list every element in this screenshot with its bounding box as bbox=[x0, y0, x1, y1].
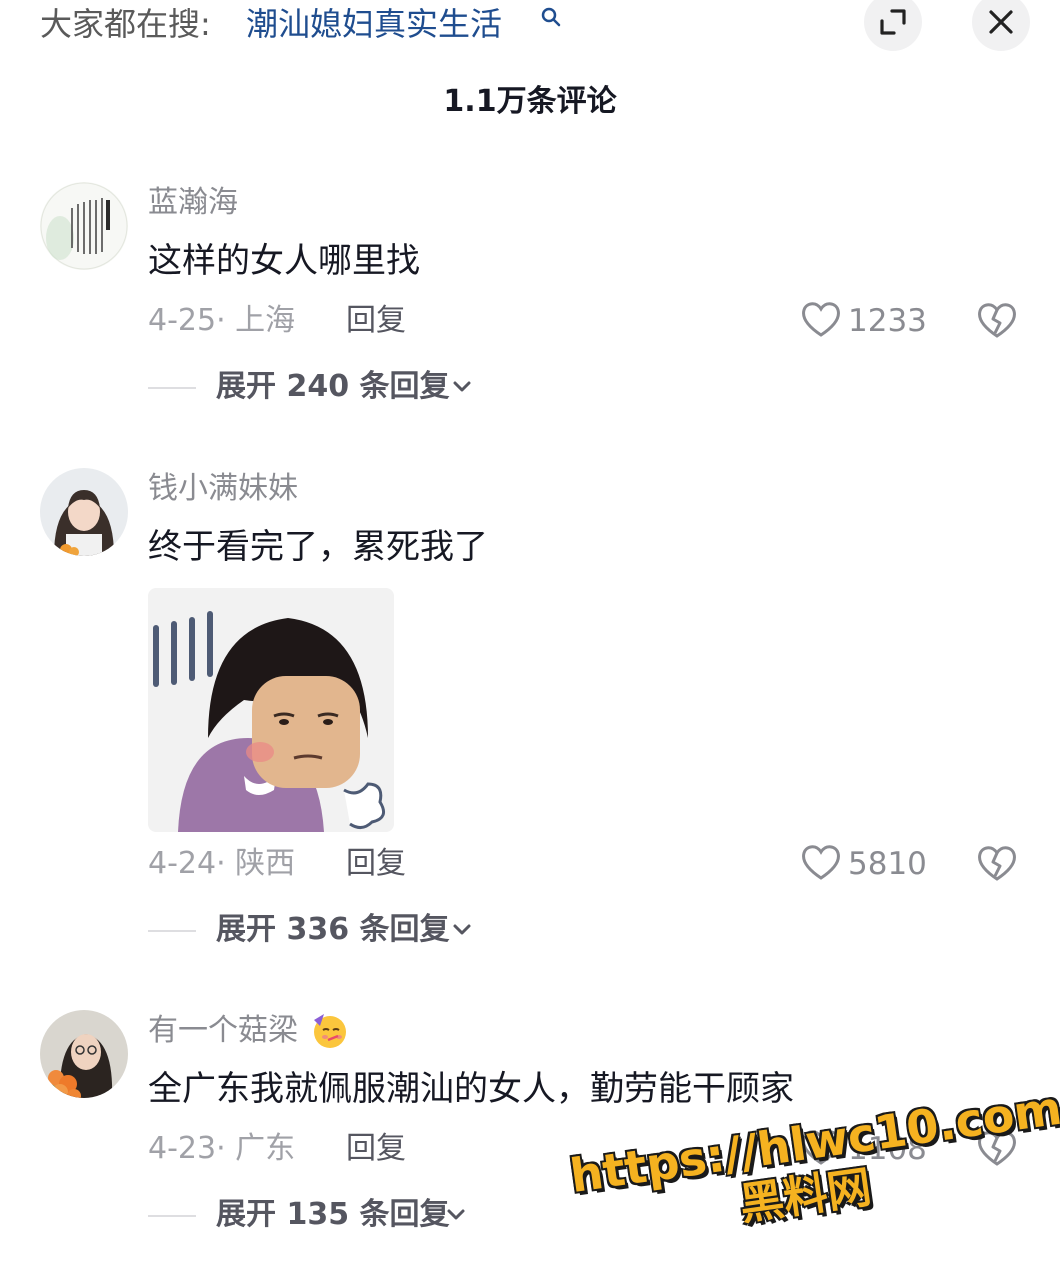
sticker-image[interactable] bbox=[148, 588, 394, 832]
comment-text: 这样的女人哪里找 bbox=[148, 241, 420, 281]
comment-username[interactable]: 钱小满妹妹 bbox=[148, 469, 298, 509]
expand-divider bbox=[148, 930, 196, 932]
search-suggestion-link[interactable]: 潮汕媳妇真实生活 bbox=[246, 2, 502, 46]
chevron-down-icon[interactable] bbox=[446, 1208, 466, 1222]
comment-item: 蓝瀚海 这样的女人哪里找 4-25· 上海 回复 1233 展开 240 条回复 bbox=[0, 170, 1060, 430]
close-icon bbox=[989, 10, 1013, 34]
expand-replies-button[interactable]: 展开 240 条回复 bbox=[216, 367, 450, 407]
comment-text: 全广东我就佩服潮汕的女人，勤劳能干顾家 bbox=[148, 1069, 794, 1109]
comment-username[interactable]: 蓝瀚海 bbox=[148, 183, 238, 223]
chevron-down-icon[interactable] bbox=[452, 923, 472, 937]
dislike-heart-icon[interactable] bbox=[976, 843, 1018, 883]
comment-count-title: 1.1万条评论 bbox=[443, 84, 617, 119]
chevron-down-icon[interactable] bbox=[452, 380, 472, 394]
avatar[interactable] bbox=[40, 468, 128, 556]
avatar[interactable] bbox=[40, 1010, 128, 1098]
comment-meta: 4-23· 广东 bbox=[148, 1131, 296, 1166]
comment-username[interactable]: 有一个菇梁 bbox=[148, 1011, 298, 1051]
comment-meta: 4-24· 陕西 bbox=[148, 846, 296, 881]
expand-button[interactable] bbox=[864, 0, 922, 51]
expand-divider bbox=[148, 387, 196, 389]
like-count: 1233 bbox=[848, 303, 927, 339]
search-icon[interactable] bbox=[540, 6, 564, 30]
reply-button[interactable]: 回复 bbox=[346, 844, 406, 884]
party-face-emoji-icon bbox=[314, 1014, 346, 1048]
expand-replies-button[interactable]: 展开 135 条回复 bbox=[216, 1195, 450, 1235]
expand-divider bbox=[148, 1215, 196, 1217]
reply-button[interactable]: 回复 bbox=[346, 301, 406, 341]
avatar[interactable] bbox=[40, 182, 128, 270]
heart-icon[interactable] bbox=[800, 842, 842, 882]
dislike-heart-icon[interactable] bbox=[976, 300, 1018, 340]
expand-replies-button[interactable]: 展开 336 条回复 bbox=[216, 910, 450, 950]
comment-item: 钱小满妹妹 终于看完了，累死我了 4-24· 陕西 回复 5810 展开 336… bbox=[0, 456, 1060, 976]
like-count: 5810 bbox=[848, 846, 927, 882]
comment-text: 终于看完了，累死我了 bbox=[148, 527, 488, 567]
close-button[interactable] bbox=[972, 0, 1030, 51]
heart-icon[interactable] bbox=[800, 299, 842, 339]
reply-button[interactable]: 回复 bbox=[346, 1129, 406, 1169]
comment-meta: 4-25· 上海 bbox=[148, 303, 296, 338]
expand-icon bbox=[880, 9, 906, 35]
search-prefix: 大家都在搜: bbox=[40, 5, 211, 43]
